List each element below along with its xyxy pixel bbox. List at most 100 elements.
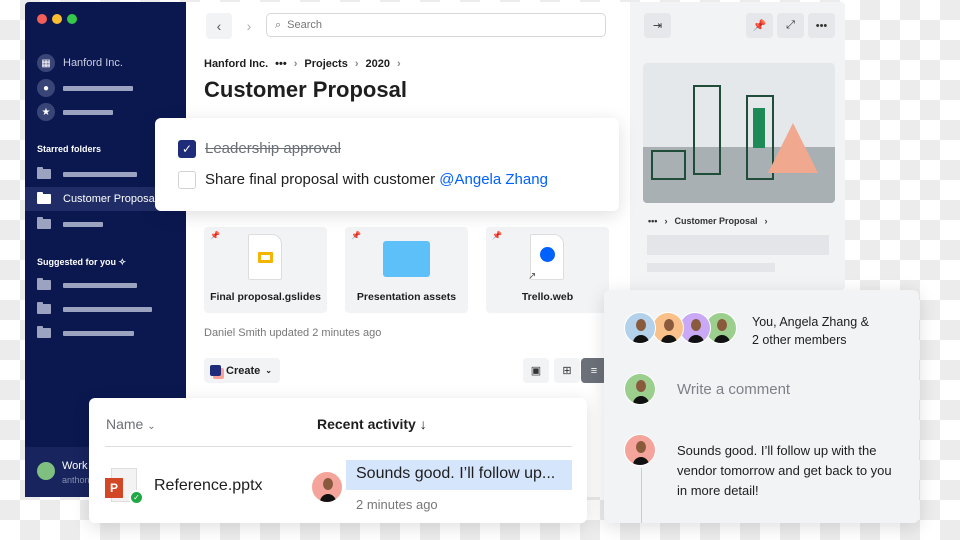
slides-icon <box>248 234 282 280</box>
breadcrumb-item[interactable]: 2020 <box>366 58 390 70</box>
comment-input[interactable]: Write a comment <box>677 381 790 398</box>
avatar <box>624 434 656 466</box>
task-label: Leadership approval <box>205 140 341 157</box>
placeholder-bar <box>647 263 775 272</box>
thread-line <box>641 468 642 523</box>
sidebar-folder[interactable] <box>37 167 137 179</box>
powerpoint-icon: P ✓ <box>105 468 144 505</box>
file-name: Reference.pptx <box>154 477 263 494</box>
breadcrumb-item[interactable]: Projects <box>304 58 347 70</box>
sidebar-folder[interactable] <box>37 302 152 314</box>
pin-icon: 📌 <box>210 231 220 240</box>
breadcrumb: Hanford Inc. ••• › Projects › 2020 › <box>204 58 401 70</box>
close-window-button[interactable] <box>37 14 47 24</box>
placeholder-bar <box>647 235 829 255</box>
comment-message: Sounds good. I’ll follow up with the ven… <box>677 443 892 498</box>
create-icon <box>210 365 221 376</box>
checkbox-unchecked[interactable] <box>178 171 196 189</box>
folder-label: Customer Proposal <box>63 193 158 205</box>
file-card[interactable]: 📌 Final proposal.gslides <box>204 227 327 313</box>
sidebar-folder[interactable] <box>37 217 103 229</box>
column-label: Recent activity <box>317 416 416 432</box>
chevron-right-icon: › <box>664 216 668 226</box>
preview-breadcrumb: ••• › Customer Proposal › <box>648 216 767 226</box>
chevron-down-icon: ⌄ <box>147 421 156 432</box>
divider <box>105 446 572 447</box>
arrow-down-icon: ↓ <box>419 416 427 432</box>
sidebar-folder[interactable] <box>37 326 134 338</box>
file-name: Trello.web <box>521 291 574 303</box>
members-list[interactable]: You, Angela Zhang & 2 other members <box>752 313 869 349</box>
checkbox-checked[interactable]: ✓ <box>178 140 196 158</box>
suggested-label: Suggested for you <box>37 257 117 267</box>
file-name: Final proposal.gslides <box>210 291 321 303</box>
forward-button[interactable]: › <box>236 13 262 39</box>
breadcrumb-item[interactable]: Hanford Inc. <box>204 58 268 70</box>
members-text: You, Angela Zhang & <box>752 315 869 329</box>
update-status: Daniel Smith updated 2 minutes ago <box>204 327 382 339</box>
chevron-down-icon: ⌄ <box>265 366 272 375</box>
placeholder-bar <box>63 221 103 227</box>
file-table: Name ⌄ Recent activity ↓ P ✓ Reference.p… <box>89 398 587 523</box>
folder-icon <box>37 217 51 229</box>
avatar <box>37 462 55 480</box>
sidebar-item-org[interactable]: ▦ Hanford Inc. <box>37 54 123 72</box>
folder-icon <box>37 167 51 179</box>
comment-preview[interactable]: Sounds good. I’ll follow up... <box>346 460 572 490</box>
checklist-card: ✓ Leadership approval Share final propos… <box>155 118 619 211</box>
web-link-icon: ↗ <box>528 234 564 282</box>
breadcrumb-item[interactable]: Customer Proposal <box>674 216 757 226</box>
chevron-right-icon: › <box>764 216 768 226</box>
breadcrumb-more[interactable]: ••• <box>648 216 657 226</box>
task-label: Share final proposal with customer @Ange… <box>205 171 548 188</box>
more-options-button[interactable]: ••• <box>808 13 835 38</box>
search-input[interactable]: ⌕ Search <box>266 13 606 37</box>
folder-card[interactable]: 📌 Presentation assets <box>345 227 468 313</box>
placeholder-bar <box>63 171 137 177</box>
search-icon: ⌕ <box>275 18 282 31</box>
maximize-window-button[interactable] <box>67 14 77 24</box>
folder-icon <box>383 241 430 277</box>
chevron-right-icon: › <box>396 58 401 70</box>
folder-icon <box>37 326 51 338</box>
sidebar-item-starred[interactable]: ★ <box>37 103 113 121</box>
placeholder-bar <box>63 85 133 91</box>
placeholder-bar <box>63 109 113 115</box>
placeholder-bar <box>63 306 152 312</box>
members-more: 2 other members <box>752 333 847 347</box>
activity-column-header[interactable]: Recent activity ↓ <box>317 416 427 432</box>
pin-icon: 📌 <box>351 231 361 240</box>
placeholder-bar <box>63 330 134 336</box>
building-icon: ▦ <box>37 54 55 72</box>
avatar <box>311 471 343 503</box>
folder-name: Presentation assets <box>356 291 457 303</box>
create-button[interactable]: Create ⌄ <box>204 358 280 383</box>
sidebar-folder[interactable] <box>37 278 137 290</box>
folder-icon <box>37 302 51 314</box>
preview-image[interactable] <box>643 63 835 203</box>
member-avatar <box>652 312 684 344</box>
grid-view-button[interactable]: ⊞ <box>554 358 580 383</box>
column-label: Name <box>106 416 144 432</box>
pin-button[interactable]: 📌 <box>746 13 773 38</box>
suggested-heading: Suggested for you ✧ <box>37 257 126 268</box>
preview-panel: ⇥ 📌 ⤢ ••• ••• › Customer Proposal › <box>630 2 845 290</box>
expand-button[interactable]: ⤢ <box>777 13 804 38</box>
create-label: Create <box>226 364 261 377</box>
preview-view-button[interactable]: ▣ <box>523 358 549 383</box>
org-name: Hanford Inc. <box>63 57 123 69</box>
web-link-card[interactable]: 📌 ↗ Trello.web <box>486 227 609 313</box>
collapse-panel-button[interactable]: ⇥ <box>644 13 671 38</box>
minimize-window-button[interactable] <box>52 14 62 24</box>
breadcrumb-more[interactable]: ••• <box>275 58 287 70</box>
timestamp: 2 minutes ago <box>356 497 438 512</box>
back-button[interactable]: ‹ <box>206 13 232 39</box>
search-placeholder: Search <box>287 19 323 31</box>
sidebar-item-people[interactable]: ● <box>37 79 133 97</box>
page-title: Customer Proposal <box>204 77 407 102</box>
mention-link[interactable]: @Angela Zhang <box>439 171 548 188</box>
chevron-right-icon: › <box>354 58 359 70</box>
placeholder-bar <box>63 282 137 288</box>
name-column-header[interactable]: Name ⌄ <box>106 416 156 432</box>
star-icon: ★ <box>37 103 55 121</box>
